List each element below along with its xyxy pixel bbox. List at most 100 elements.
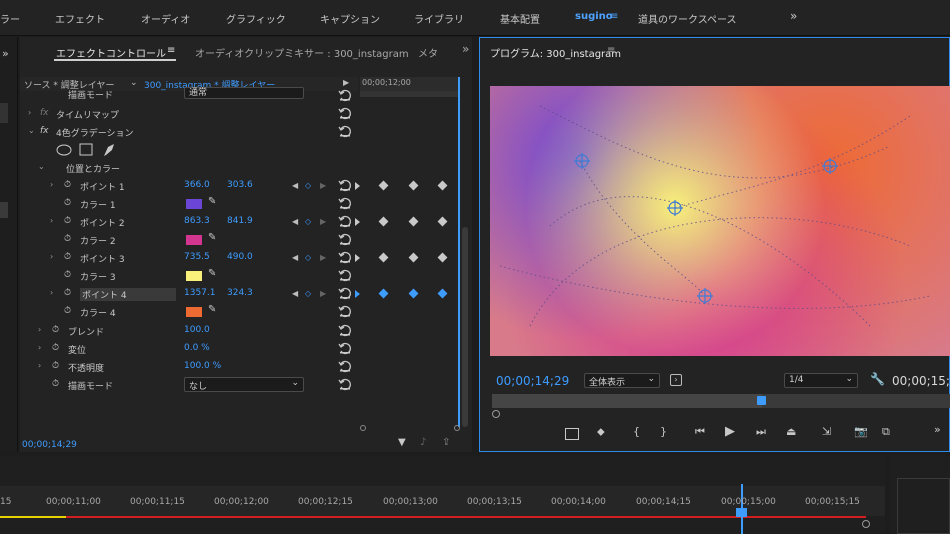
keyframe[interactable]: [355, 290, 360, 298]
program-playhead[interactable]: [757, 396, 766, 405]
reset-icon[interactable]: [338, 88, 352, 102]
blend-mode-top-dropdown[interactable]: 通常: [184, 87, 304, 99]
workspace-tab-graphics[interactable]: グラフィック: [226, 11, 286, 26]
timeline-playhead[interactable]: [736, 508, 747, 517]
reset-icon[interactable]: [338, 124, 352, 138]
color-swatch[interactable]: [186, 271, 202, 281]
workspace-tab-color[interactable]: ラー: [0, 11, 20, 26]
scrollbar-thumb[interactable]: [0, 202, 8, 218]
stopwatch-icon[interactable]: ⏱: [64, 198, 71, 208]
program-monitor-title[interactable]: プログラム: 300_instagram: [490, 45, 621, 60]
zoom-dropdown[interactable]: 全体表示 ⌄: [584, 373, 660, 388]
workspace-tab-sugino[interactable]: sugino: [575, 11, 613, 22]
fx-icon[interactable]: fx: [40, 126, 49, 136]
keyframe[interactable]: [378, 180, 389, 191]
workspace-tab-captions[interactable]: キャプション: [320, 11, 380, 26]
keyframe[interactable]: [437, 216, 448, 227]
stopwatch-icon[interactable]: ⏱: [52, 325, 59, 335]
chevron-right-icon[interactable]: ›: [50, 288, 53, 297]
blend-mode-dropdown[interactable]: なし ⌄: [184, 377, 304, 392]
next-keyframe-icon[interactable]: ▶: [320, 289, 326, 298]
keyframe[interactable]: [408, 180, 419, 191]
eyedropper-icon[interactable]: ✎: [208, 232, 216, 243]
more-buttons-icon[interactable]: »: [934, 423, 941, 436]
filter-icon[interactable]: ▼: [398, 437, 406, 448]
prev-keyframe-icon[interactable]: ◀: [292, 217, 298, 226]
eyedropper-icon[interactable]: ✎: [208, 268, 216, 279]
program-video-frame[interactable]: [490, 86, 950, 356]
add-keyframe-icon[interactable]: ◇: [305, 289, 311, 298]
opacity-value[interactable]: 100.0 %: [184, 361, 221, 371]
more-workspaces-icon[interactable]: »: [790, 9, 797, 23]
keyframe[interactable]: [437, 288, 448, 299]
point-x-value[interactable]: 366.0: [184, 180, 210, 190]
stopwatch-icon[interactable]: ⏱: [64, 252, 71, 262]
insert-icon[interactable]: ⏏: [786, 425, 796, 438]
keyframe[interactable]: [378, 288, 389, 299]
next-keyframe-icon[interactable]: ▶: [320, 253, 326, 262]
reset-icon[interactable]: [338, 196, 352, 210]
panel-menu-icon[interactable]: ≡: [167, 45, 175, 56]
keyframe[interactable]: [355, 254, 360, 262]
reset-icon[interactable]: [338, 286, 352, 300]
next-keyframe-icon[interactable]: ▶: [320, 217, 326, 226]
point-x-value[interactable]: 863.3: [184, 216, 210, 226]
tab-metadata[interactable]: メタ: [418, 45, 438, 60]
point-y-value[interactable]: 303.6: [227, 180, 253, 190]
add-keyframe-icon[interactable]: ◇: [305, 253, 311, 262]
reset-icon[interactable]: [338, 304, 352, 318]
timeline-zoom-handle[interactable]: [862, 520, 870, 528]
chevron-right-icon[interactable]: ›: [38, 343, 41, 352]
more-tabs-icon[interactable]: »: [462, 42, 469, 56]
workspace-tab-assembly[interactable]: 基本配置: [500, 11, 540, 26]
chevron-right-icon[interactable]: ›: [50, 252, 53, 261]
keyframe[interactable]: [355, 218, 360, 226]
workspace-tab-libraries[interactable]: ライブラリ: [414, 11, 464, 26]
overwrite-icon[interactable]: ⇲: [822, 425, 831, 438]
stopwatch-icon[interactable]: ⏱: [64, 306, 71, 316]
play-only-icon[interactable]: ▶: [343, 78, 349, 87]
reset-icon[interactable]: [338, 268, 352, 282]
color-swatch[interactable]: [186, 235, 202, 245]
keyframe[interactable]: [437, 180, 448, 191]
reset-icon[interactable]: [338, 232, 352, 246]
workspace-tab-tools[interactable]: 道具のワークスペース: [638, 11, 737, 26]
stopwatch-icon[interactable]: ⏱: [64, 180, 71, 190]
chevron-right-icon[interactable]: ›: [50, 180, 53, 189]
play-icon[interactable]: ▶: [725, 424, 735, 439]
point-y-value[interactable]: 490.0: [227, 252, 253, 262]
chevron-right-icon[interactable]: ›: [38, 325, 41, 334]
point-x-value[interactable]: 735.5: [184, 252, 210, 262]
prev-keyframe-icon[interactable]: ◀: [292, 181, 298, 190]
chevron-down-icon[interactable]: ⌄: [28, 126, 35, 135]
keyframe[interactable]: [355, 182, 360, 190]
resolution-dropdown[interactable]: 1/4 ⌄: [784, 373, 858, 388]
color-swatch[interactable]: [186, 199, 202, 209]
reset-icon[interactable]: [338, 341, 352, 355]
keyframe[interactable]: [378, 252, 389, 263]
chevron-down-icon[interactable]: ⌄: [38, 162, 45, 171]
panel-menu-icon[interactable]: ≡: [607, 45, 615, 56]
eyedropper-icon[interactable]: ✎: [208, 196, 216, 207]
reset-icon[interactable]: [338, 178, 352, 192]
chevron-right-icon[interactable]: ›: [50, 216, 53, 225]
go-to-in-icon[interactable]: ⏮: [695, 425, 705, 439]
reset-icon[interactable]: [338, 359, 352, 373]
workspace-tab-effects[interactable]: エフェクト: [55, 11, 105, 26]
export-icon[interactable]: ⇪: [442, 437, 450, 448]
prev-keyframe-icon[interactable]: ◀: [292, 289, 298, 298]
point-x-value[interactable]: 1357.1: [184, 288, 216, 298]
keyframe[interactable]: [378, 216, 389, 227]
workspace-tab-audio[interactable]: オーディオ: [141, 11, 190, 26]
wrench-icon[interactable]: 🔧: [870, 372, 885, 386]
program-timecode[interactable]: 00;00;14;29: [496, 374, 569, 388]
chevron-right-icon[interactable]: ›: [28, 108, 31, 117]
reset-icon[interactable]: [338, 323, 352, 337]
fx-icon[interactable]: fx: [40, 108, 49, 118]
audio-icon[interactable]: ♪: [420, 437, 426, 448]
vertical-scrollbar[interactable]: [462, 227, 468, 427]
mark-in-icon[interactable]: {: [633, 425, 640, 438]
prev-keyframe-icon[interactable]: ◀: [292, 253, 298, 262]
next-keyframe-icon[interactable]: ▶: [320, 181, 326, 190]
add-keyframe-icon[interactable]: ◇: [305, 181, 311, 190]
